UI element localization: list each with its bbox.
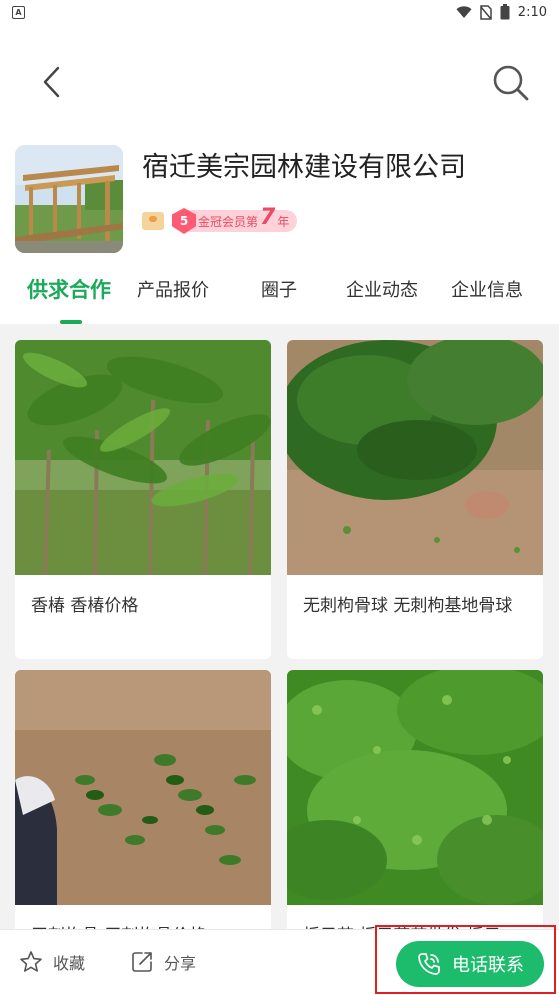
phone-icon <box>418 953 440 975</box>
phone-contact-label: 电话联系 <box>452 955 524 976</box>
member-years: 7 <box>260 204 276 230</box>
search-icon <box>493 65 529 101</box>
favorite-button[interactable]: 收藏 <box>19 950 85 974</box>
badges: 5 金冠会员第 7 年 <box>142 205 298 235</box>
tab-product-quotes[interactable]: 产品报价 <box>137 276 209 302</box>
company-logo <box>15 145 123 253</box>
chevron-left-icon <box>43 66 60 98</box>
notification-letter: A <box>15 7 22 17</box>
favorite-label: 收藏 <box>53 954 86 973</box>
product-title: 无刺枸骨 无刺枸骨价格 <box>15 909 271 929</box>
member-text: 金冠会员第 <box>198 214 259 229</box>
product-title: 香椿 香椿价格 <box>31 596 139 616</box>
back-button[interactable] <box>30 60 74 104</box>
share-icon <box>132 952 152 972</box>
tab-company-news[interactable]: 企业动态 <box>346 276 418 302</box>
product-image <box>15 670 271 905</box>
no-sim-icon <box>480 4 492 20</box>
star-icon <box>20 951 42 972</box>
product-image <box>15 340 271 576</box>
product-card[interactable]: 无刺枸骨 无刺枸骨价格 <box>15 670 271 929</box>
member-level-badge: 5 <box>172 208 196 234</box>
product-card[interactable]: 香椿 香椿价格 <box>15 340 271 659</box>
product-image <box>287 340 543 575</box>
status-time: 2:10 <box>517 4 547 20</box>
tab-circles[interactable]: 圈子 <box>261 276 297 302</box>
member-badge: 5 金冠会员第 7 年 <box>172 205 298 234</box>
share-label: 分享 <box>164 954 197 973</box>
member-unit: 年 <box>277 214 290 229</box>
product-card[interactable]: 栀子苗 栀子花苗批发 栀子 <box>287 670 543 929</box>
product-image <box>287 670 543 905</box>
certificate-icon <box>142 212 164 230</box>
tab-company-info[interactable]: 企业信息 <box>451 276 523 302</box>
tab-bar: 供求合作 产品报价 圈子 企业动态 企业信息 <box>0 262 559 324</box>
company-header: 宿迁美宗园林建设有限公司 5 金冠会员第 7 年 <box>15 145 545 255</box>
tab-supply-cooperation[interactable]: 供求合作 <box>27 274 111 304</box>
product-title: 栀子苗 栀子花苗批发 栀子 <box>287 909 543 929</box>
product-card[interactable]: 无刺枸骨球 无刺枸基地骨球 <box>287 340 543 659</box>
product-grid: 香椿 香椿价格 无刺枸骨球 无刺枸基地骨球 <box>0 324 559 929</box>
company-name: 宿迁美宗园林建设有限公司 <box>142 152 466 183</box>
battery-icon <box>500 4 510 20</box>
bottom-action-bar: 收藏 分享 电话联系 <box>0 929 559 995</box>
top-nav <box>0 50 559 116</box>
phone-contact-button[interactable]: 电话联系 <box>396 941 544 987</box>
share-button[interactable]: 分享 <box>130 950 196 974</box>
search-button[interactable] <box>488 60 534 106</box>
notification-app-icon: A <box>12 5 25 19</box>
status-icons: 2:10 <box>456 4 547 20</box>
status-bar: A 2:10 <box>0 0 559 24</box>
wifi-icon <box>456 5 472 18</box>
product-title: 无刺枸骨球 无刺枸基地骨球 <box>303 596 513 616</box>
